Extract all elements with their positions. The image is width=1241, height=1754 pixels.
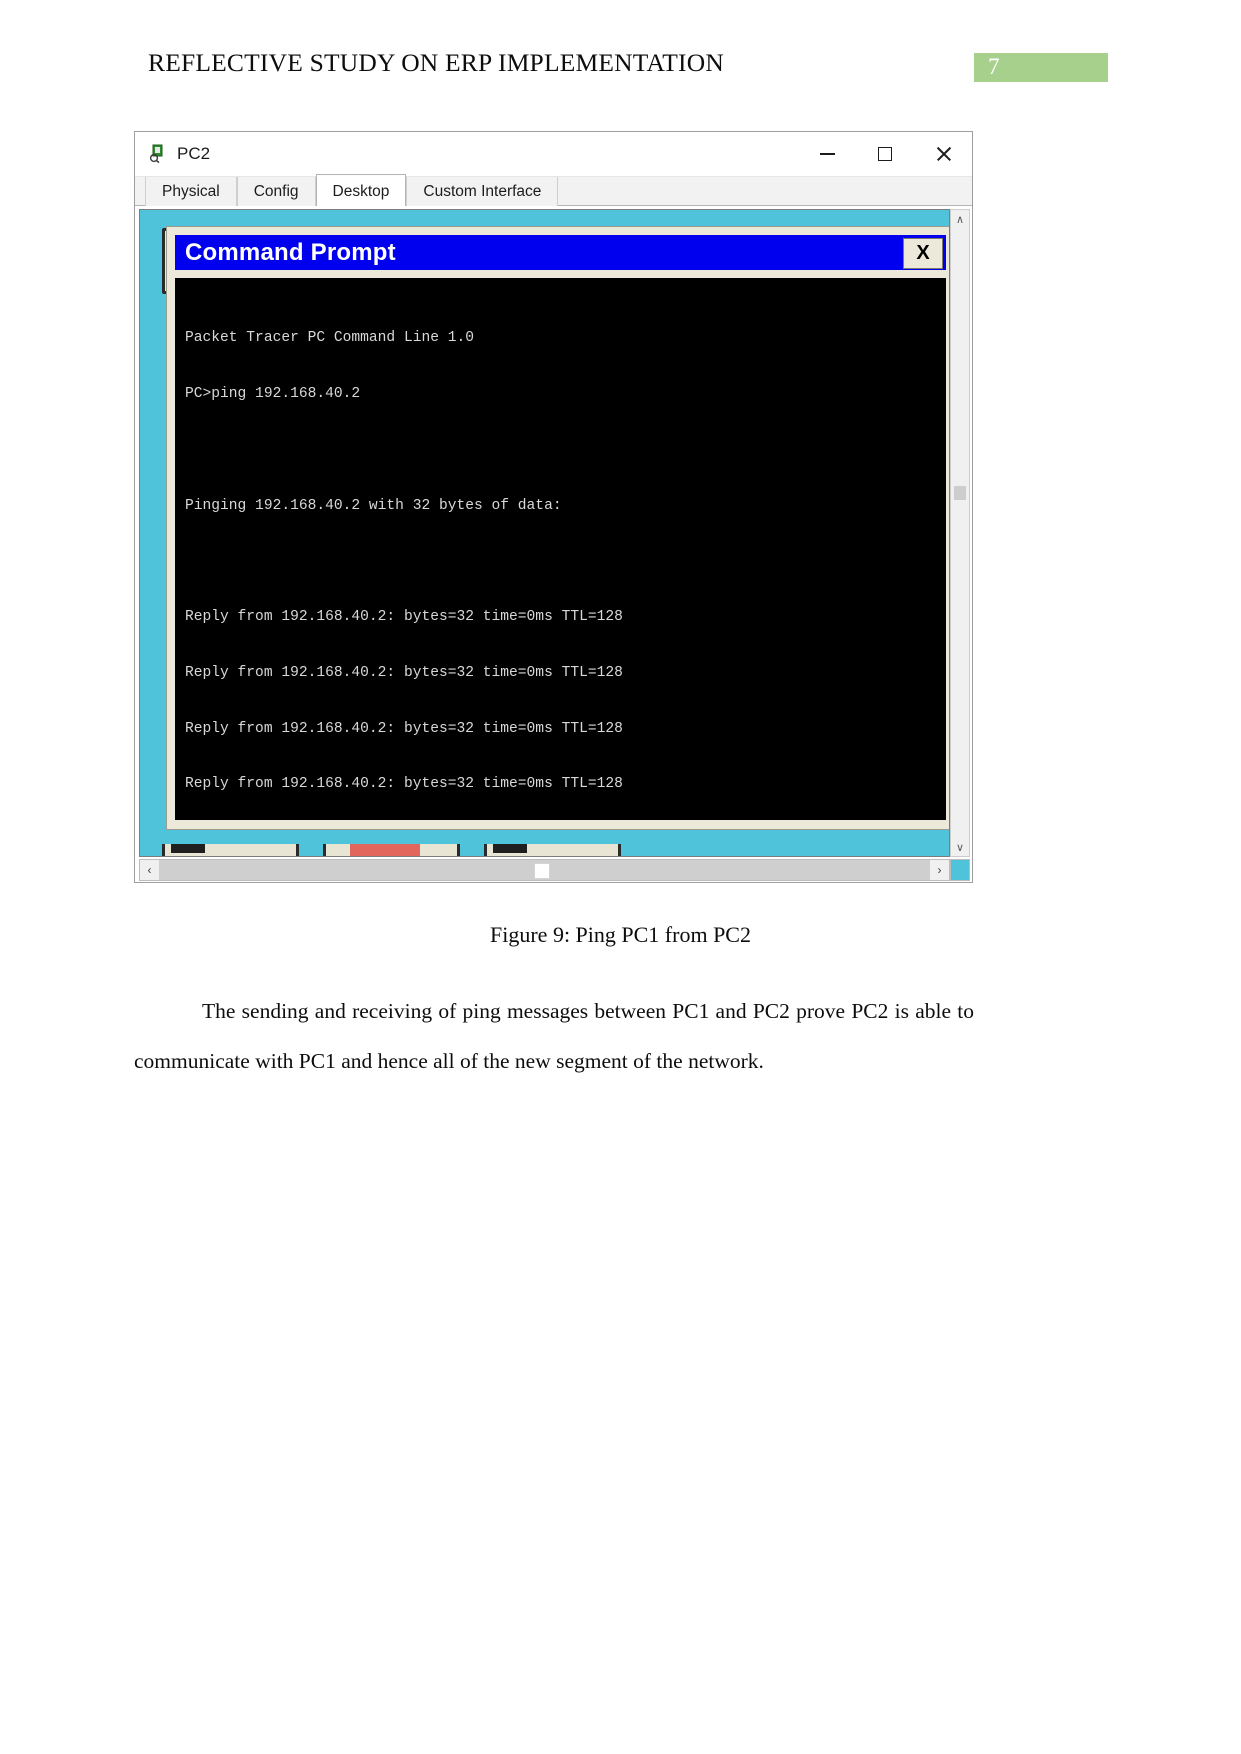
terminal-output: Packet Tracer PC Command Line 1.0 PC>pin… (175, 278, 946, 820)
terminal-line: Reply from 192.168.40.2: bytes=32 time=0… (185, 664, 623, 681)
page-number-badge: 7 (974, 53, 1108, 82)
command-prompt-titlebar: Command Prompt X (175, 235, 946, 270)
vertical-scrollbar[interactable]: ∧ ∨ (950, 209, 970, 857)
horizontal-scroll-thumb[interactable] (534, 863, 550, 879)
terminal-line: Reply from 192.168.40.2: bytes=32 time=0… (185, 720, 623, 737)
terminal-line: Reply from 192.168.40.2: bytes=32 time=0… (185, 609, 623, 626)
tab-physical[interactable]: Physical (145, 177, 237, 206)
desktop-canvas: Command Prompt X Packet Tracer PC Comman… (139, 209, 950, 857)
desktop-icon-row-bottom (162, 844, 949, 856)
body-paragraph: The sending and receiving of ping messag… (134, 999, 974, 1073)
packet-tracer-pc-icon (149, 143, 169, 164)
scroll-up-icon[interactable]: ∧ (951, 210, 969, 228)
scroll-right-icon[interactable]: › (930, 860, 949, 880)
command-prompt-window: Command Prompt X Packet Tracer PC Comman… (166, 226, 949, 830)
window-title: PC2 (177, 144, 211, 163)
horizontal-scrollbar[interactable]: ‹ › (139, 859, 950, 881)
terminal-line: Packet Tracer PC Command Line 1.0 (185, 330, 475, 347)
minimize-button[interactable] (798, 132, 856, 176)
tab-config[interactable]: Config (236, 177, 316, 206)
tab-desktop[interactable]: Desktop (315, 174, 407, 206)
desktop-app-icon[interactable] (162, 844, 299, 856)
packet-tracer-body: Command Prompt X Packet Tracer PC Comman… (135, 206, 972, 882)
close-button[interactable] (914, 132, 972, 176)
desktop-app-icon[interactable] (323, 844, 460, 856)
close-icon (935, 146, 951, 162)
command-prompt-close-button[interactable]: X (903, 238, 943, 269)
command-prompt-title: Command Prompt (185, 238, 396, 266)
terminal-line: Pinging 192.168.40.2 with 32 bytes of da… (185, 497, 562, 514)
minimize-icon (819, 153, 835, 155)
maximize-button[interactable] (856, 132, 914, 176)
terminal-line: Reply from 192.168.40.2: bytes=32 time=0… (185, 776, 623, 793)
vertical-scroll-thumb[interactable] (954, 486, 966, 500)
desktop-app-icon[interactable] (484, 844, 621, 856)
window-controls (798, 132, 972, 176)
terminal-line: PC>ping 192.168.40.2 (185, 385, 361, 402)
figure-screenshot: PC2 Physical Config Desktop Custom Interfac… (134, 131, 973, 883)
scroll-down-icon[interactable]: ∨ (951, 838, 969, 856)
tab-custom-interface[interactable]: Custom Interface (406, 177, 559, 206)
page-title: REFLECTIVE STUDY ON ERP IMPLEMENTATION (148, 48, 724, 77)
tab-strip: Physical Config Desktop Custom Interface (135, 174, 972, 206)
maximize-icon (878, 147, 892, 161)
scroll-left-icon[interactable]: ‹ (140, 860, 159, 880)
scrollbar-corner (950, 859, 970, 881)
page-number: 7 (988, 54, 1000, 79)
figure-caption: Figure 9: Ping PC1 from PC2 (490, 922, 751, 947)
window-titlebar: PC2 (135, 132, 972, 177)
